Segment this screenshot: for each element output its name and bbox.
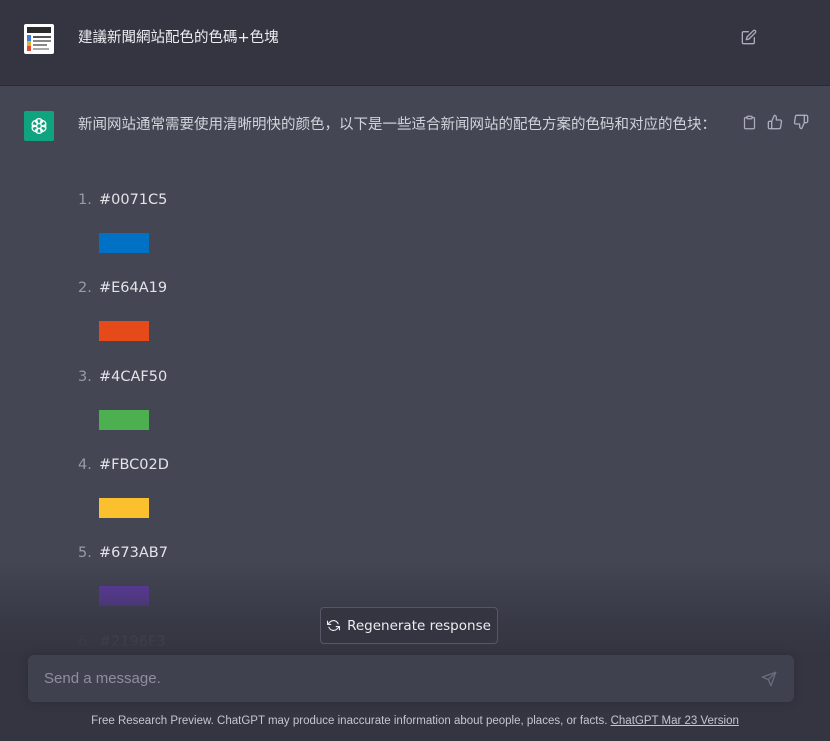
chat-app: 建議新聞網站配色的色碼+色塊 新闻网站通常需要使用清晰明快的颜色，以下是一些适合… (0, 0, 830, 741)
color-code: #2196F3 (99, 633, 166, 650)
color-swatch (99, 409, 149, 430)
color-swatch (99, 497, 149, 518)
refresh-icon (327, 619, 341, 632)
message-composer (28, 655, 794, 702)
color-code: #673AB7 (99, 545, 168, 562)
color-list-item: 1. #0071C5 (78, 188, 378, 268)
color-code: #0071C5 (99, 192, 168, 208)
thumbs-down-icon[interactable] (792, 113, 810, 131)
openai-logo-icon (24, 111, 54, 141)
thumbs-up-icon[interactable] (766, 113, 784, 131)
color-code: #FBC02D (99, 456, 169, 473)
footer-text: Free Research Preview. ChatGPT may produ… (91, 715, 611, 727)
regenerate-label: Regenerate response (347, 617, 491, 634)
color-swatch (99, 321, 149, 342)
regenerate-button[interactable]: Regenerate response (320, 607, 498, 644)
color-swatch (99, 233, 149, 253)
list-number: 1. (78, 192, 92, 208)
list-number: 5. (78, 545, 92, 562)
list-number: 6. (78, 633, 92, 650)
clipboard-icon[interactable] (740, 113, 758, 131)
footer-disclaimer: Free Research Preview. ChatGPT may produ… (0, 715, 830, 727)
send-icon[interactable] (759, 669, 779, 689)
edit-icon[interactable] (739, 27, 759, 47)
list-number: 4. (78, 456, 92, 473)
list-number: 3. (78, 368, 92, 385)
list-number: 2. (78, 280, 92, 297)
color-list-item: 3. #4CAF50 (78, 365, 378, 445)
color-list-item: 2. #E64A19 (78, 276, 378, 356)
color-code: #4CAF50 (99, 368, 168, 385)
message-input[interactable] (28, 655, 748, 702)
version-link[interactable]: ChatGPT Mar 23 Version (611, 715, 739, 727)
user-avatar (24, 24, 54, 54)
color-list-item: 4. #FBC02D (78, 453, 378, 533)
message-actions (740, 113, 810, 131)
color-swatch (99, 586, 149, 607)
color-code: #E64A19 (99, 280, 168, 297)
